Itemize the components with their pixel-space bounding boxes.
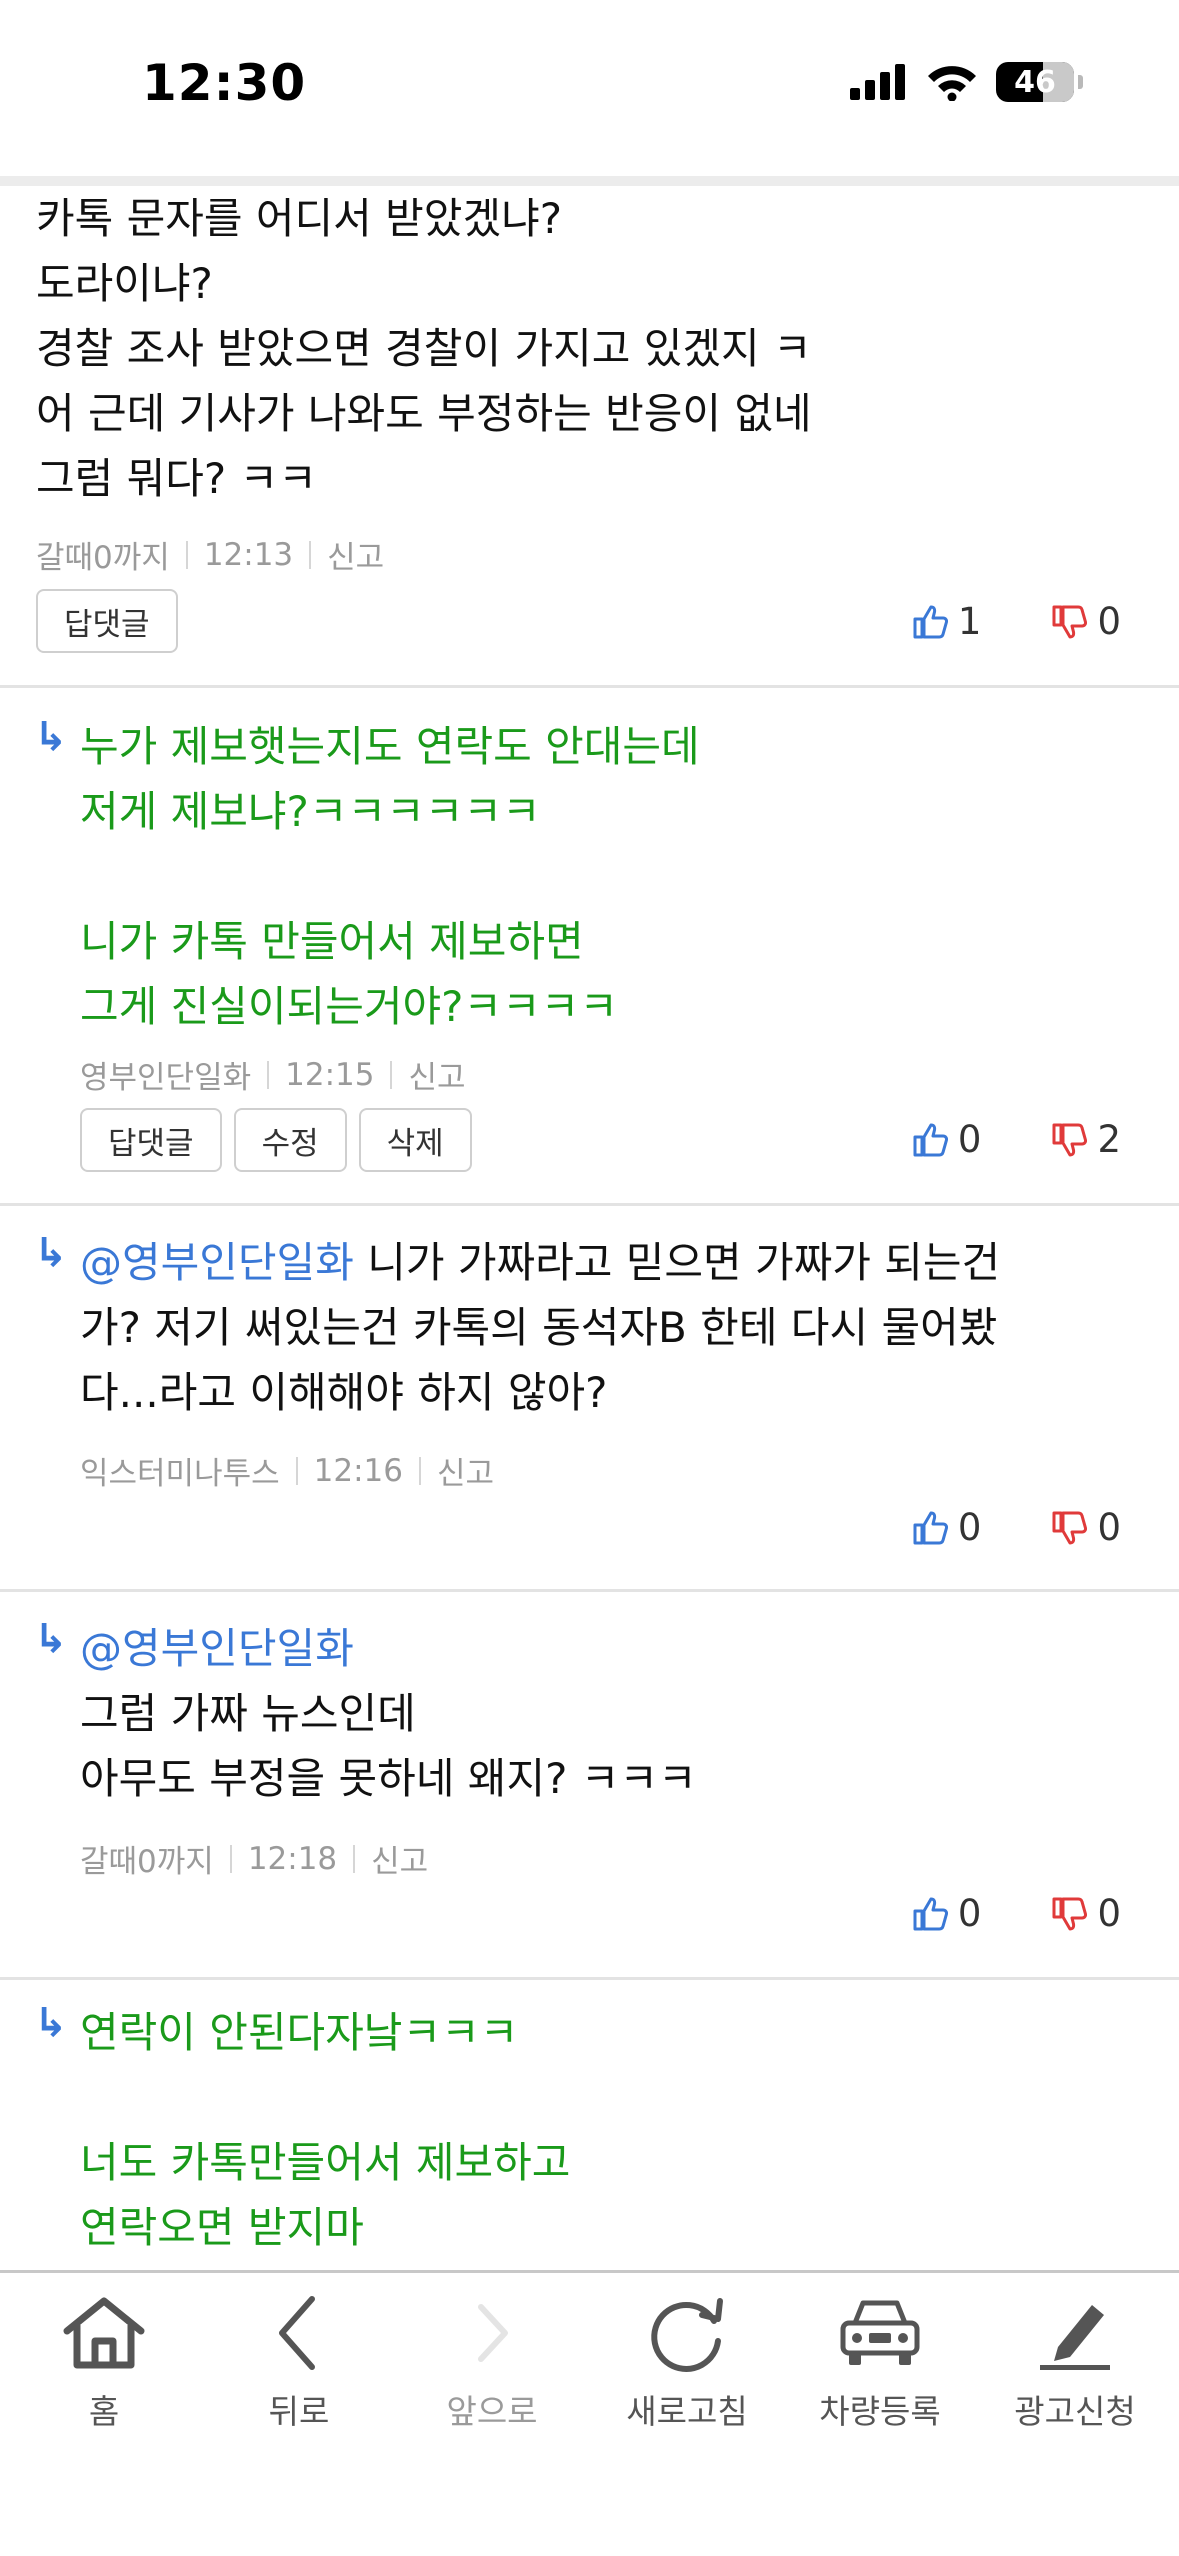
edit-button[interactable]: 수정 xyxy=(233,1108,347,1172)
vote-group: 0 0 xyxy=(912,1506,1121,1549)
home-button[interactable]: 홈 xyxy=(24,2293,184,2433)
forward-button[interactable]: 앞으로 xyxy=(412,2293,572,2433)
refresh-label: 새로고침 xyxy=(626,2392,748,2431)
downvote-count: 0 xyxy=(1097,600,1121,643)
thumb-down-icon xyxy=(1052,1897,1088,1930)
thumb-down-icon xyxy=(1052,1511,1088,1544)
back-label: 뒤로 xyxy=(268,2392,330,2431)
comment-time: 12:18 xyxy=(247,1840,338,1877)
comment-text: @영부인단일화 니가 가짜라고 믿으면 가짜가 되는건 가? 저기 써있는건 카… xyxy=(80,1230,1150,1425)
reply-button[interactable]: 답댓글 xyxy=(36,589,178,653)
car-register-label: 차량등록 xyxy=(819,2392,941,2431)
reply-arrow-icon: ↳ xyxy=(34,2000,68,2046)
upvote-count: 0 xyxy=(957,1118,982,1161)
vote-group: 0 0 xyxy=(912,1892,1121,1935)
car-icon xyxy=(840,2300,920,2365)
thumb-down-icon xyxy=(1052,1123,1088,1156)
comment-text-body: 그럼 가짜 뉴스인데 아무도 부정을 못하네 왜지? ㅋㅋㅋ xyxy=(80,1689,697,1803)
upvote-count: 0 xyxy=(957,1892,982,1935)
comment-item: 카톡 문자를 어디서 받았겠냐? 도라이냐? 경찰 조사 받았으면 경찰이 가지… xyxy=(0,186,1179,688)
thumb-down-icon xyxy=(1052,605,1088,638)
comment-actions: 답댓글 xyxy=(36,589,178,653)
downvote-button[interactable]: 0 xyxy=(1051,1892,1121,1935)
battery-cap xyxy=(1078,75,1083,89)
cellular-signal-icon xyxy=(850,64,905,100)
car-register-button[interactable]: 차량등록 xyxy=(800,2293,960,2433)
comment-text: @영부인단일화 그럼 가짜 뉴스인데 아무도 부정을 못하네 왜지? ㅋㅋㅋ xyxy=(80,1616,1150,1811)
refresh-icon xyxy=(651,2298,723,2372)
comment-time: 12:13 xyxy=(203,536,294,573)
mention-link[interactable]: @영부인단일화 xyxy=(80,1624,354,1673)
reply-button[interactable]: 답댓글 xyxy=(80,1108,222,1172)
reply-item: ↳ 누가 제보햇는지도 연락도 안대는데 저게 제보냐?ㅋㅋㅋㅋㅋㅋ 니가 카톡… xyxy=(0,688,1179,1206)
comment-author[interactable]: 영부인단일화 xyxy=(80,1052,251,1097)
status-time: 12:30 xyxy=(142,54,307,112)
reply-item: ↳ 연락이 안된다자낰ㅋㅋㅋ 너도 카톡만들어서 제보하고 연락오면 받지마 xyxy=(0,1980,1179,2280)
thumb-up-icon xyxy=(913,605,948,638)
thumb-up-icon xyxy=(913,1511,948,1544)
upvote-button[interactable]: 0 xyxy=(912,1118,982,1161)
thumb-up-icon xyxy=(913,1123,948,1156)
upvote-count: 0 xyxy=(957,1506,982,1549)
status-icons: 46 xyxy=(850,62,1083,102)
ad-apply-button[interactable]: 광고신청 xyxy=(995,2293,1155,2433)
downvote-count: 0 xyxy=(1097,1506,1121,1549)
comment-meta: 갈때0까지 12:13 신고 xyxy=(36,532,384,577)
forward-label: 앞으로 xyxy=(446,2392,538,2431)
report-link[interactable]: 신고 xyxy=(327,532,384,577)
report-link[interactable]: 신고 xyxy=(371,1836,428,1881)
downvote-button[interactable]: 0 xyxy=(1051,600,1121,643)
reply-arrow-icon: ↳ xyxy=(34,1230,68,1276)
comment-meta: 갈때0까지 12:18 신고 xyxy=(80,1836,428,1881)
comment-text: 카톡 문자를 어디서 받았겠냐? 도라이냐? 경찰 조사 받았으면 경찰이 가지… xyxy=(36,194,812,503)
comment-time: 12:15 xyxy=(285,1056,375,1093)
comment-author[interactable]: 익스터미나투스 xyxy=(80,1448,280,1493)
comment-author[interactable]: 갈때0까지 xyxy=(36,532,170,577)
downvote-count: 2 xyxy=(1097,1118,1121,1161)
comment-time: 12:16 xyxy=(313,1452,403,1489)
upvote-button[interactable]: 1 xyxy=(912,600,982,643)
reply-item: ↳ @영부인단일화 그럼 가짜 뉴스인데 아무도 부정을 못하네 왜지? ㅋㅋㅋ… xyxy=(0,1592,1179,1980)
upvote-button[interactable]: 0 xyxy=(912,1892,982,1935)
comment-author[interactable]: 갈때0까지 xyxy=(80,1836,214,1881)
chevron-left-icon xyxy=(279,2296,315,2370)
comment-meta: 영부인단일화 12:15 신고 xyxy=(80,1052,466,1097)
home-icon xyxy=(63,2297,145,2369)
home-label: 홈 xyxy=(88,2392,120,2431)
comment-meta: 익스터미나투스 12:16 신고 xyxy=(80,1448,494,1493)
mention-link[interactable]: @영부인단일화 xyxy=(80,1238,354,1287)
delete-button[interactable]: 삭제 xyxy=(358,1108,472,1172)
comment-actions: 답댓글 수정 삭제 xyxy=(80,1108,472,1172)
chevron-right-icon xyxy=(478,2304,508,2362)
report-link[interactable]: 신고 xyxy=(408,1052,465,1097)
vote-group: 1 0 xyxy=(912,600,1121,643)
comment-text: 연락이 안된다자낰ㅋㅋㅋ 너도 카톡만들어서 제보하고 연락오면 받지마 xyxy=(80,2008,571,2252)
reply-arrow-icon: ↳ xyxy=(34,1616,68,1662)
top-divider xyxy=(0,176,1179,186)
report-link[interactable]: 신고 xyxy=(437,1448,494,1493)
ad-apply-label: 광고신청 xyxy=(1014,2392,1136,2431)
battery-level: 46 xyxy=(1014,64,1056,100)
reply-arrow-icon: ↳ xyxy=(34,714,68,760)
upvote-button[interactable]: 0 xyxy=(912,1506,982,1549)
pencil-icon xyxy=(1040,2305,1110,2370)
reply-item: ↳ @영부인단일화 니가 가짜라고 믿으면 가짜가 되는건 가? 저기 써있는건… xyxy=(0,1206,1179,1592)
downvote-count: 0 xyxy=(1097,1892,1121,1935)
comment-list: 카톡 문자를 어디서 받았겠냐? 도라이냐? 경찰 조사 받았으면 경찰이 가지… xyxy=(0,186,1179,2280)
comment-text: 누가 제보햇는지도 연락도 안대는데 저게 제보냐?ㅋㅋㅋㅋㅋㅋ 니가 카톡 만… xyxy=(80,722,700,1031)
thumb-up-icon xyxy=(913,1897,948,1930)
battery-icon: 46 xyxy=(996,62,1074,102)
wifi-icon xyxy=(928,66,976,101)
upvote-count: 1 xyxy=(957,600,982,643)
status-bar: 12:30 46 xyxy=(0,0,1179,176)
bottom-toolbar: 홈 뒤로 앞으로 새로고침 차량등록 광고신청 xyxy=(0,2270,1179,2556)
vote-group: 0 2 xyxy=(912,1118,1121,1161)
back-button[interactable]: 뒤로 xyxy=(219,2293,379,2433)
downvote-button[interactable]: 0 xyxy=(1051,1506,1121,1549)
downvote-button[interactable]: 2 xyxy=(1051,1118,1121,1161)
refresh-button[interactable]: 새로고침 xyxy=(607,2293,767,2433)
